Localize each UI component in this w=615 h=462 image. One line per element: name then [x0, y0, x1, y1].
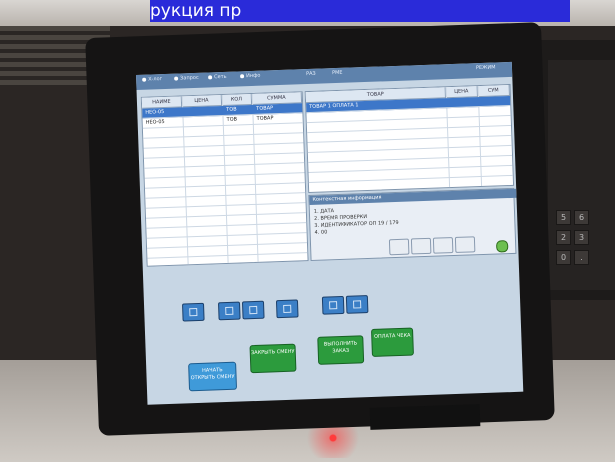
table-cell: ТОВ	[226, 106, 237, 113]
toolbar-item-label: Инфо	[246, 72, 261, 80]
receipt-table[interactable]: ТОВАР ЦЕНА СУМ ТОВАР 1 ОПЛАТА 1	[304, 83, 515, 194]
execute-order-button[interactable]: ВЫПОЛНИТЬ ЗАКАЗ	[317, 335, 365, 365]
keypad-key[interactable]: 6	[574, 210, 589, 225]
keypad-key[interactable]: 2	[556, 230, 571, 245]
mode-status: РЕЖИМ	[475, 64, 496, 72]
status-dot-icon	[240, 73, 245, 78]
toolbar-item-label: Х-лог	[148, 76, 163, 83]
toolbar-item[interactable]: Запрос	[174, 75, 199, 82]
open-shift-button[interactable]: НАЧАТЬ ОТКРЫТЬ СМЕНУ	[188, 361, 238, 392]
toolbar-item-label: Сеть	[214, 73, 227, 81]
table-cell: ТОВАР	[256, 105, 274, 112]
status-dot-icon	[208, 74, 213, 79]
keypad-key[interactable]: 3	[574, 230, 589, 245]
nav-button[interactable]	[275, 299, 299, 319]
confirm-check-icon[interactable]	[495, 240, 509, 253]
option-button[interactable]	[410, 237, 432, 255]
toolbar-item-label: Запрос	[180, 74, 199, 82]
nav-button[interactable]	[345, 295, 369, 314]
toolbar-item[interactable]: Х-лог	[142, 76, 162, 83]
pos-touchscreen: Х-лог Запрос Сеть Инфо РАЗ РМЕ РЕЖИМ НАИ…	[136, 61, 524, 405]
table-cell: ТОВАР 1 ОПЛАТА 1	[309, 102, 359, 110]
toolbar-item[interactable]: Инфо	[240, 73, 261, 80]
table-cell: НЕО-05	[145, 119, 165, 126]
toolbar-item[interactable]: РАЗ	[306, 71, 316, 77]
option-button[interactable]	[432, 237, 454, 254]
nav-button[interactable]	[182, 302, 205, 322]
monitor-stand	[369, 404, 481, 430]
side-keypad: 5 6 2 3 0 .	[548, 60, 615, 290]
nav-button[interactable]	[217, 301, 241, 321]
table-cell: ТОВАР	[256, 115, 274, 122]
nav-button[interactable]	[321, 295, 345, 315]
option-button[interactable]	[388, 238, 410, 256]
table-cell: ТОВ	[226, 116, 238, 123]
keypad-key[interactable]: .	[574, 250, 589, 265]
option-button[interactable]	[454, 236, 476, 253]
close-shift-button[interactable]: ЗАКРЫТЬ СМЕНУ	[249, 343, 297, 374]
status-dot-icon	[174, 76, 179, 81]
status-dot-icon	[142, 77, 147, 82]
slide-caption-overlay: рукция пр	[150, 0, 570, 22]
keypad-key[interactable]: 5	[556, 210, 571, 225]
nav-button[interactable]	[241, 300, 265, 320]
keypad-key[interactable]: 0	[556, 250, 571, 265]
context-info-panel: Контекстная информация 1. ДАТА 2. ВРЕМЯ …	[308, 187, 517, 262]
payment-button[interactable]: ОПЛАТА ЧЕКА	[371, 327, 414, 357]
info-line: 1. ДАТА	[313, 208, 335, 215]
order-items-table[interactable]: НАИМЕ ЦЕНА КОЛ СУММА НЕО-05 ТОВ ТОВАР НЕ…	[140, 91, 309, 267]
table-cell: НЕО-05	[145, 109, 165, 116]
toolbar-item[interactable]: РМЕ	[332, 70, 343, 76]
toolbar-item[interactable]: Сеть	[208, 74, 227, 81]
info-line: 4. 00	[314, 229, 328, 236]
